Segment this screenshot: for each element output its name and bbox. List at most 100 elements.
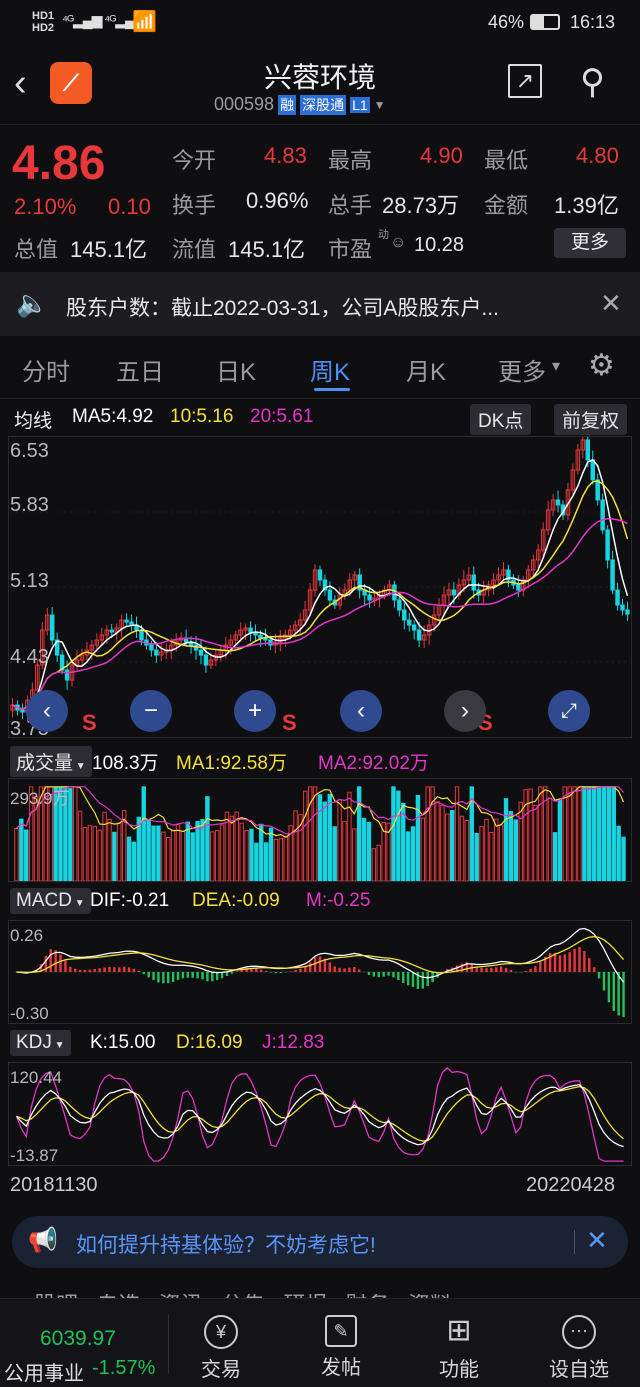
close-survey-icon[interactable]: ✕	[586, 1225, 608, 1256]
adjust-button[interactable]: 前复权	[554, 404, 628, 435]
survey-banner[interactable]: 📢 如何提升持基体验？不妨考虑它! ✕	[12, 1216, 628, 1268]
kdj-chart[interactable]	[8, 1062, 632, 1166]
volume-bar	[82, 826, 88, 881]
macd-bottom-tick: -0.30	[10, 1004, 49, 1023]
volume-bar	[489, 831, 494, 881]
volume-bar	[175, 824, 181, 881]
scroll-left-icon[interactable]: ‹	[340, 690, 382, 732]
float-value: 145.1亿	[228, 237, 306, 262]
tab-0[interactable]: 分时	[22, 352, 70, 387]
dropdown-icon: ▼	[51, 1040, 65, 1051]
volume-bar	[508, 811, 514, 881]
volume-bar	[180, 830, 186, 881]
volume-bar	[611, 786, 616, 881]
pe-info-icon[interactable]: ☺	[390, 234, 406, 252]
volume-bar	[557, 799, 563, 881]
battery-percent: 46%	[488, 12, 525, 32]
notice-bar[interactable]: 🔈 股东户数：截止2022-03-31，公司A股股东户... ✕	[0, 272, 640, 336]
tab-4[interactable]: 月K	[406, 352, 446, 387]
settings-gear-icon[interactable]: ⚙	[588, 348, 615, 383]
divider	[0, 124, 640, 125]
tab-3[interactable]: 周K	[310, 352, 350, 387]
trade-icon: ¥	[204, 1315, 238, 1349]
candle-body	[600, 499, 605, 531]
tab-2[interactable]: 日K	[216, 352, 256, 387]
close-notice-icon[interactable]: ✕	[600, 288, 622, 319]
price: 4.86	[12, 137, 106, 190]
nav-function[interactable]: ⊞ 功能	[414, 1299, 504, 1382]
volume-bar	[347, 791, 352, 881]
volume-bar	[268, 827, 274, 881]
dropdown-icon: ▼	[71, 898, 85, 909]
volume-bar	[278, 837, 284, 881]
nav-post[interactable]: ✎ 发帖	[296, 1299, 386, 1380]
ma-label[interactable]: 均线	[14, 406, 52, 433]
volume-bar	[391, 786, 396, 881]
volume-ma1: MA1:92.58万	[176, 753, 287, 774]
divider	[168, 1315, 169, 1373]
candle-body	[471, 574, 476, 591]
candle-body	[555, 499, 561, 506]
turnover-value: 0.96%	[246, 188, 309, 213]
scroll-left-far-icon[interactable]: ‹	[26, 690, 68, 732]
volume-chart[interactable]	[8, 778, 632, 882]
dropdown-icon: ▼	[73, 761, 86, 772]
tab-1[interactable]: 五日	[116, 352, 164, 387]
nav-add-watchlist[interactable]: ··· 设自选	[534, 1299, 624, 1382]
volume-label: 成交量	[16, 753, 74, 774]
kline-chart[interactable]	[8, 436, 632, 738]
ma10-value: 10:5.16	[170, 406, 234, 427]
share-icon[interactable]: ↗	[508, 64, 542, 98]
candle-body	[317, 569, 323, 581]
float-label: 流值	[172, 237, 217, 262]
more-button[interactable]: 更多	[554, 228, 626, 258]
nav-add-watchlist-label: 设自选	[549, 1359, 609, 1381]
volume-bar	[166, 837, 171, 881]
tab-underline	[314, 388, 350, 391]
stock-subtitle[interactable]: 000598 融 深股通 L1 ▼	[214, 94, 386, 115]
candle-body	[129, 621, 134, 626]
nav-trade[interactable]: ¥ 交易	[176, 1299, 266, 1382]
candle-body	[248, 627, 253, 633]
volume-bar	[498, 824, 504, 881]
volume-value: 108.3万	[92, 753, 159, 774]
volume-bar	[102, 811, 107, 881]
tab-5[interactable]: 更多	[498, 352, 546, 387]
macd-indicator-select[interactable]: MACD ▼	[10, 888, 91, 914]
volume-label: 总手	[328, 193, 373, 218]
zoom-in-icon[interactable]: +	[234, 690, 276, 732]
zoom-out-icon[interactable]: −	[130, 690, 172, 732]
volume-bar	[234, 811, 239, 881]
scroll-right-icon[interactable]: ›	[444, 690, 486, 732]
fullscreen-icon[interactable]: ⤢	[548, 690, 590, 732]
volume-bar	[87, 825, 93, 881]
volume-bar	[92, 825, 97, 881]
candle-body	[407, 619, 412, 626]
volume-bar	[356, 786, 362, 881]
index-ticker[interactable]: 6039.97 公用事业 -1.57%	[0, 1299, 166, 1387]
macd-chart[interactable]	[8, 920, 632, 1024]
kdj-indicator-select[interactable]: KDJ ▼	[10, 1030, 71, 1056]
dropdown-icon: ▼	[373, 97, 386, 112]
divider	[0, 398, 640, 399]
volume-bar	[24, 829, 29, 881]
dk-point-button[interactable]: DK点	[470, 404, 532, 435]
volume-bar	[195, 821, 200, 881]
volume-bar	[161, 831, 166, 881]
kdj-label: KDJ	[16, 1032, 52, 1053]
volume-bar	[151, 825, 156, 881]
volume-bar	[479, 826, 484, 881]
bottom-nav: 6039.97 公用事业 -1.57% ¥ 交易 ✎ 发帖 ⊞ 功能 ··· 设…	[0, 1298, 640, 1387]
volume-top-tick: 293.9万	[10, 789, 70, 808]
survey-text: 如何提升持基体验？不妨考虑它!	[76, 1234, 376, 1257]
volume-bar	[410, 826, 416, 881]
volume-bar	[572, 786, 577, 881]
more-dots-icon: ···	[562, 1315, 596, 1349]
volume-bar	[454, 786, 460, 881]
candle-body	[124, 619, 129, 623]
kdj-j: J:12.83	[262, 1032, 325, 1053]
volume-bar	[484, 818, 489, 881]
search-icon[interactable]: ⚲	[580, 62, 605, 102]
status-bar: HD1 HD2 ⁴ᴳ▂▄▆ ⁴ᴳ▂▄▆ 📶 46% 16:13	[0, 0, 640, 44]
volume-indicator-select[interactable]: 成交量 ▼	[10, 746, 92, 777]
